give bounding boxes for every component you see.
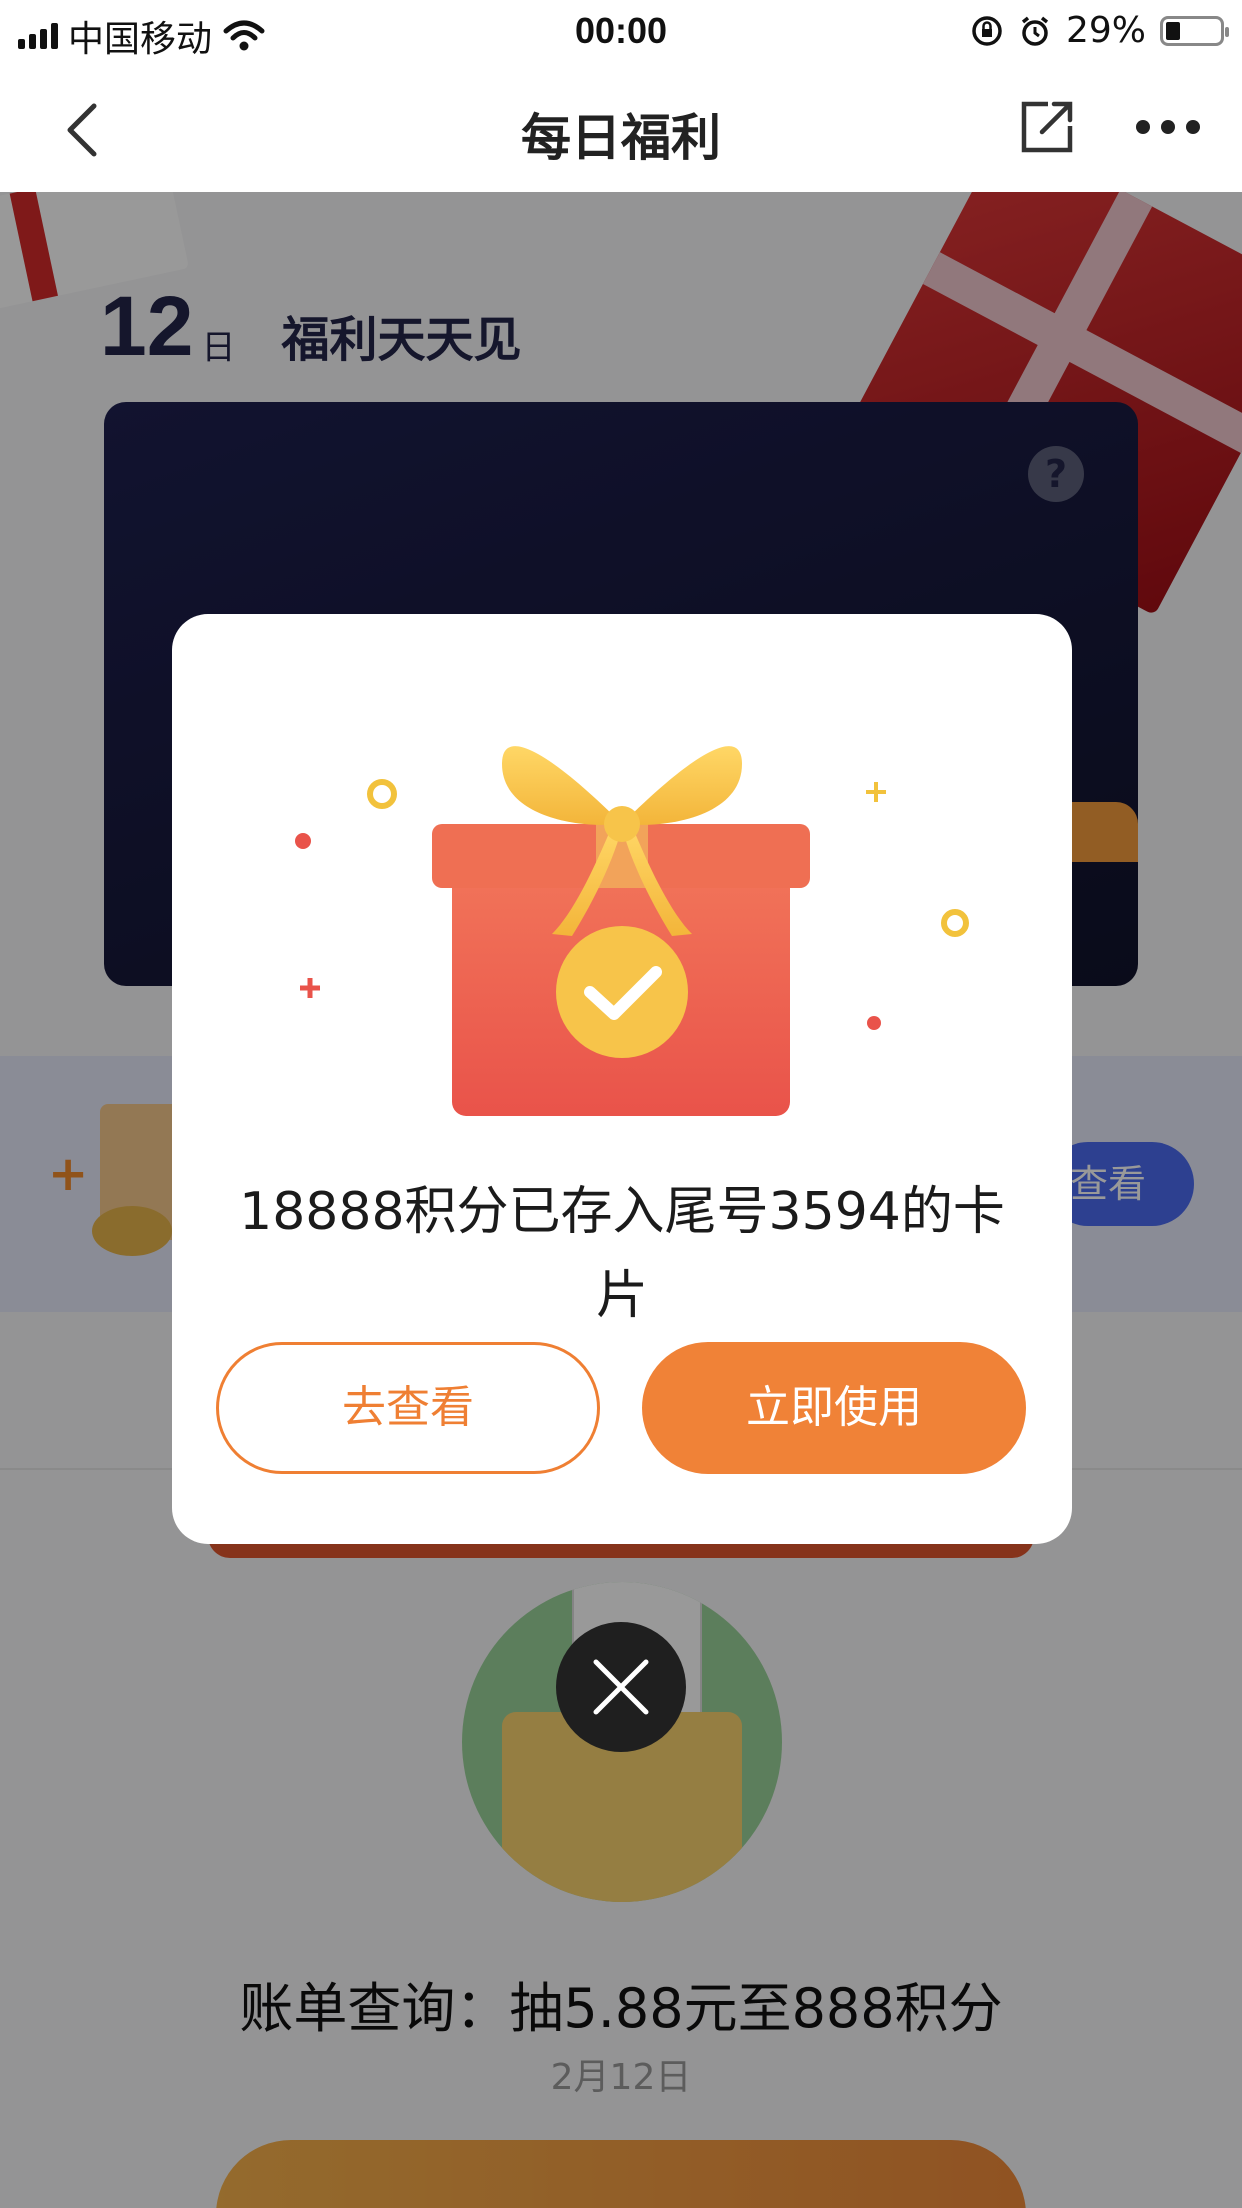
gift-success-icon — [295, 746, 969, 1116]
success-modal: 18888积分已存入尾号3594的卡片 去查看 立即使用 — [172, 614, 1072, 1544]
orientation-lock-icon — [972, 15, 1002, 46]
battery-icon — [1160, 15, 1229, 46]
share-icon[interactable] — [1018, 98, 1076, 156]
use-now-button[interactable]: 立即使用 — [642, 1342, 1026, 1474]
battery-percent: 29% — [1065, 10, 1146, 51]
status-right: 29% — [970, 10, 1229, 51]
close-icon — [593, 1659, 649, 1715]
more-options-icon[interactable] — [1136, 120, 1200, 136]
close-modal-button[interactable] — [556, 1622, 686, 1752]
alarm-icon — [1021, 16, 1049, 46]
status-bar: 中国移动 00:00 29% — [0, 0, 1242, 62]
daily-welfare-page: 中国移动 00:00 29% 每日福利 12 日 福利天天见 ? + 查看 账单… — [0, 0, 1242, 2208]
nav-bar: 每日福利 — [0, 62, 1242, 192]
modal-message: 18888积分已存入尾号3594的卡片 — [239, 1182, 1005, 1326]
go-view-button[interactable]: 去查看 — [216, 1342, 600, 1474]
